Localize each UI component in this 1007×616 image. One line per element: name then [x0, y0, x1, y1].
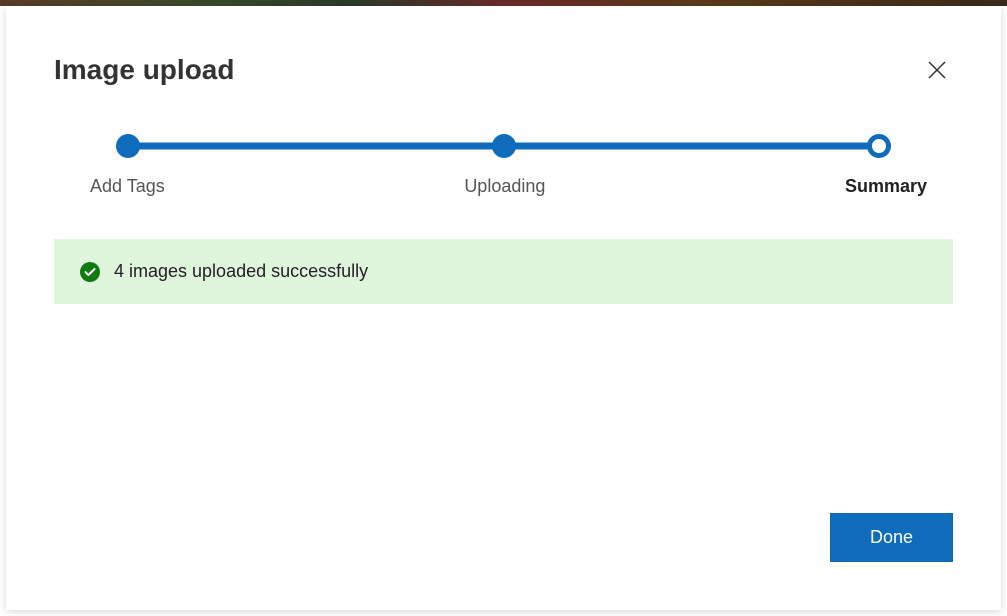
- stepper-node-add-tags: [116, 134, 140, 158]
- stepper-node-summary: [867, 134, 891, 158]
- stepper-track: [116, 134, 891, 158]
- progress-stepper: Add Tags Uploading Summary: [116, 134, 891, 197]
- image-upload-dialog: Image upload Add Tags Uploading Summary: [6, 6, 1001, 610]
- done-button[interactable]: Done: [830, 513, 953, 562]
- dialog-header: Image upload: [6, 6, 1001, 86]
- stepper-nodes: [116, 134, 891, 158]
- dialog-title: Image upload: [54, 54, 234, 86]
- checkmark-circle-icon: [80, 262, 100, 282]
- status-banner: 4 images uploaded successfully: [54, 239, 953, 304]
- dialog-footer: Done: [6, 513, 1001, 610]
- close-icon: [925, 58, 949, 82]
- stepper-node-uploading: [492, 134, 516, 158]
- stepper-labels: Add Tags Uploading Summary: [116, 176, 891, 197]
- close-button[interactable]: [921, 54, 953, 86]
- stepper-label-summary: Summary: [845, 176, 927, 197]
- stepper-label-uploading: Uploading: [464, 176, 545, 197]
- stepper-label-add-tags: Add Tags: [90, 176, 165, 197]
- status-message: 4 images uploaded successfully: [114, 261, 368, 282]
